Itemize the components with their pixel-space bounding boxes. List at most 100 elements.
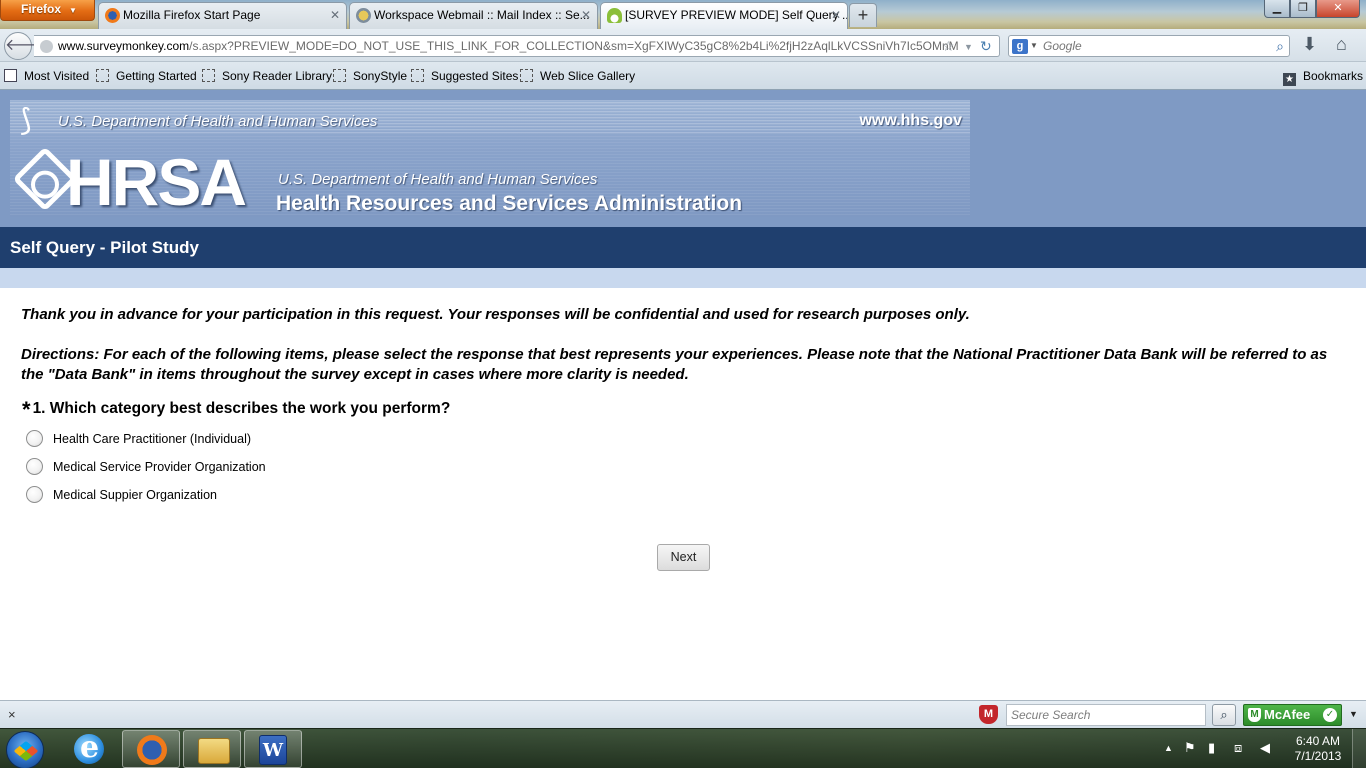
minimize-button[interactable]: ▁ [1264,0,1290,18]
back-button[interactable]: 🡐 [4,32,48,60]
tab-title: Mozilla Firefox Start Page [123,8,261,22]
taskbar-word[interactable]: W [244,730,302,768]
bookmark-label: Getting Started [116,69,197,83]
show-desktop-button[interactable] [1352,729,1366,768]
bookmark-label: Sony Reader Library [222,69,333,83]
search-engine-dropdown-icon[interactable]: ▼ [1030,36,1038,56]
google-icon[interactable]: g [1012,39,1028,54]
mcafee-status-button[interactable]: M McAfee ✓ [1243,704,1342,726]
mcafee-label: McAfee [1264,707,1311,722]
show-hidden-icons-icon[interactable]: ▲ [1164,743,1173,753]
surveymonkey-icon [607,8,622,23]
clock-time: 6:40 AM [1295,734,1341,748]
globe-icon [40,40,53,53]
taskbar-firefox[interactable] [122,730,180,768]
reload-icon[interactable]: ↻ [980,36,992,56]
hhs-eagle-icon: ⟆ [20,104,32,137]
folder-icon [198,738,230,764]
intro-text: Thank you in advance for your participat… [21,306,970,323]
system-clock[interactable]: 6:40 AM 7/1/2013 [1290,734,1346,764]
radio-button[interactable] [26,486,43,503]
close-icon: ✕ [1333,2,1343,14]
tab-survey-preview[interactable]: [SURVEY PREVIEW MODE] Self Query ... ✕ [600,2,848,29]
search-bar[interactable]: g ▼ Google ⌕ [1008,35,1290,57]
restore-button[interactable]: ❐ [1290,0,1316,18]
survey-title: Self Query - Pilot Study [10,238,199,257]
secure-search-placeholder: Secure Search [1011,708,1091,722]
bookmark-label: Most Visited [24,69,90,83]
taskbar-file-explorer[interactable] [183,730,241,768]
addon-bar: × M Secure Search ⌕ M McAfee ✓ ▼ [0,700,1366,728]
radio-button[interactable] [26,458,43,475]
chevron-down-icon: ▼ [69,6,77,15]
internet-explorer-icon [74,730,104,765]
page-icon [96,69,109,82]
bookmark-label: SonyStyle [353,69,408,83]
history-dropdown-icon[interactable]: ▼ [964,37,973,57]
webmail-icon [356,8,371,23]
chevron-down-icon[interactable]: ▼ [1349,701,1358,728]
bookmark-sony-reader-library[interactable]: Sony Reader Library [202,62,332,90]
hrsa-wordmark: HRSA [66,145,247,219]
bookmarks-toolbar: Most Visited Getting Started Sony Reader… [0,62,1366,90]
action-center-flag-icon[interactable]: ⚑ [1184,740,1196,756]
hhs-link[interactable]: www.hhs.gov [859,112,962,130]
bookmarks-star-icon: ★ [1283,73,1296,86]
close-tab-icon[interactable]: ✕ [330,3,340,28]
power-icon[interactable]: ▮ [1208,740,1215,756]
required-asterisk: * [22,397,31,422]
radio-button[interactable] [26,430,43,447]
address-url: www.surveymonkey.com/s.aspx?PREVIEW_MODE… [58,36,958,56]
page-content: ⟆ U.S. Department of Health and Human Se… [0,90,1366,700]
home-icon[interactable]: ⌂ [1336,34,1347,55]
hhs-strip: ⟆ U.S. Department of Health and Human Se… [10,102,970,137]
search-icon: ⌕ [1220,707,1228,722]
tab-webmail[interactable]: Workspace Webmail :: Mail Index :: Se...… [349,2,598,29]
minimize-icon: ▁ [1272,2,1282,14]
new-tab-button[interactable]: + [849,3,877,27]
bookmark-star-icon[interactable]: ☆ [942,36,955,56]
word-icon: W [259,735,287,765]
bookmark-suggested-sites[interactable]: Suggested Sites [411,62,518,90]
close-window-button[interactable]: ✕ [1316,0,1360,18]
close-addon-bar-icon[interactable]: × [8,701,16,728]
bookmarks-menu-label: Bookmarks [1303,69,1364,83]
bookmarks-menu-button[interactable]: ★ Bookmarks [1283,62,1363,90]
firefox-icon [105,8,120,23]
page-icon [333,69,346,82]
secure-search-input[interactable]: Secure Search [1006,704,1206,726]
close-tab-icon[interactable]: ✕ [831,3,841,28]
next-button[interactable]: Next [657,544,710,571]
bookmark-web-slice-gallery[interactable]: Web Slice Gallery [520,62,635,90]
network-icon[interactable]: ⧈ [1234,740,1242,756]
restore-icon: ❐ [1298,2,1308,14]
option-label: Medical Suppier Organization [53,488,217,502]
mcafee-shield-icon[interactable]: M [979,705,998,724]
plus-icon: + [857,5,869,25]
taskbar-internet-explorer[interactable] [60,730,118,768]
folder-icon [4,69,17,82]
downloads-icon[interactable]: ⬇ [1302,34,1317,55]
bookmark-getting-started[interactable]: Getting Started [96,62,197,90]
address-bar[interactable]: www.surveymonkey.com/s.aspx?PREVIEW_MODE… [34,35,1000,57]
navigation-toolbar: 🡐 www.surveymonkey.com/s.aspx?PREVIEW_MO… [0,29,1366,62]
check-icon: ✓ [1323,708,1337,722]
firefox-icon [137,735,167,765]
bookmark-label: Suggested Sites [431,69,519,83]
agency-subtitle: U.S. Department of Health and Human Serv… [278,171,598,188]
survey-title-bar: Self Query - Pilot Study [0,227,1366,268]
bookmark-sonystyle[interactable]: SonyStyle [333,62,407,90]
tab-firefox-start[interactable]: Mozilla Firefox Start Page ✕ [98,2,347,29]
close-tab-icon[interactable]: ✕ [581,3,591,28]
secure-search-button[interactable]: ⌕ [1212,704,1236,726]
browser-tab-strip: Firefox ▼ Mozilla Firefox Start Page ✕ Wo… [0,0,1366,29]
tab-title: Workspace Webmail :: Mail Index :: Se... [374,8,590,22]
start-button[interactable] [6,731,44,768]
volume-icon[interactable]: ◀ [1260,740,1270,756]
firefox-menu-label: Firefox [21,2,62,16]
site-header: ⟆ U.S. Department of Health and Human Se… [0,90,1366,227]
firefox-menu-button[interactable]: Firefox ▼ [0,0,95,21]
url-path: /s.aspx?PREVIEW_MODE=DO_NOT_USE_THIS_LIN… [189,39,958,53]
bookmark-most-visited[interactable]: Most Visited [4,62,89,90]
search-icon[interactable]: ⌕ [1276,36,1284,56]
